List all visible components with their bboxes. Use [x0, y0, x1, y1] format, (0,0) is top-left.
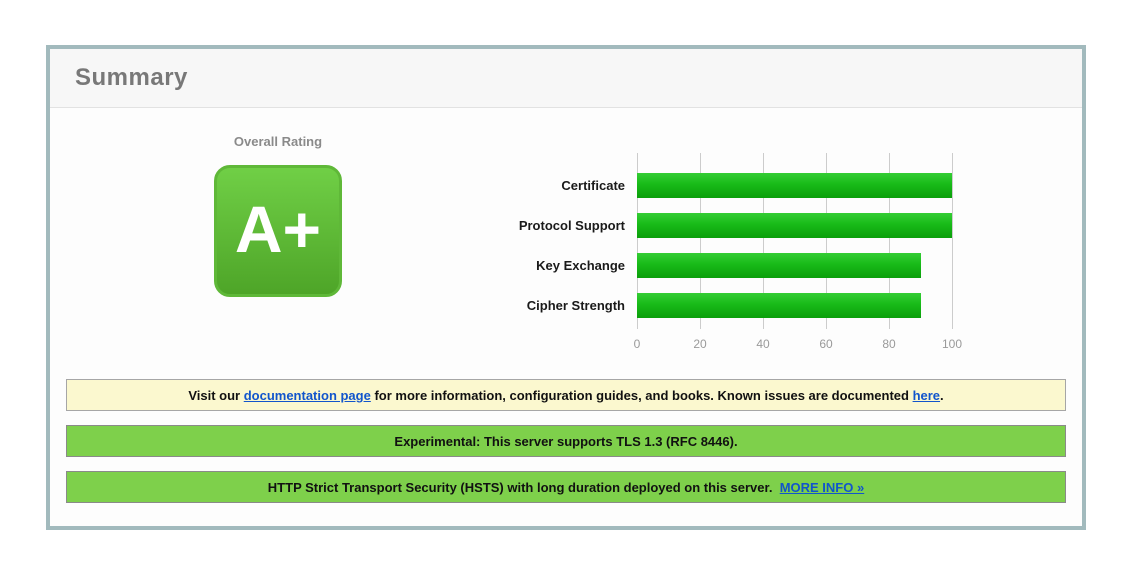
- score-bar: [637, 293, 921, 318]
- bar-track: [637, 293, 952, 318]
- score-bar: [637, 173, 952, 198]
- x-tick-label-100: 100: [942, 337, 962, 351]
- x-tick-label-60: 60: [819, 337, 832, 351]
- summary-panel: Summary Overall Rating A+ Certificate Pro…: [46, 45, 1086, 530]
- chart-rows: Certificate Protocol Support Key Exchange C…: [397, 153, 1017, 325]
- notices: Visit our documentation page for more in…: [50, 379, 1082, 517]
- overall-rating-block: Overall Rating A+: [168, 134, 388, 297]
- chart-category-label: Cipher Strength: [397, 298, 637, 313]
- overall-rating-label: Overall Rating: [168, 134, 388, 149]
- page-title: Summary: [75, 64, 188, 92]
- chart-row: Cipher Strength: [397, 285, 1017, 325]
- notice-banner-info-0: Visit our documentation page for more in…: [66, 379, 1066, 411]
- notice-text: Experimental: This server supports TLS 1…: [394, 434, 737, 449]
- summary-chart: Certificate Protocol Support Key Exchange C…: [397, 153, 1017, 363]
- score-bar: [637, 213, 952, 238]
- notice-link[interactable]: documentation page: [244, 388, 371, 403]
- x-tick-label-0: 0: [634, 337, 641, 351]
- notice-banner-success-2: HTTP Strict Transport Security (HSTS) wi…: [66, 471, 1066, 503]
- notice-link[interactable]: here: [913, 388, 940, 403]
- chart-category-label: Key Exchange: [397, 258, 637, 273]
- x-tick-label-40: 40: [756, 337, 769, 351]
- notice-banner-success-1: Experimental: This server supports TLS 1…: [66, 425, 1066, 457]
- x-tick-label-20: 20: [693, 337, 706, 351]
- chart-category-label: Certificate: [397, 178, 637, 193]
- chart-row: Key Exchange: [397, 245, 1017, 285]
- bar-track: [637, 173, 952, 198]
- chart-xticks: 020406080100: [637, 337, 952, 353]
- chart-row: Protocol Support: [397, 205, 1017, 245]
- chart-category-label: Protocol Support: [397, 218, 637, 233]
- score-bar: [637, 253, 921, 278]
- notice-text: for more information, configuration guid…: [371, 388, 913, 403]
- bar-track: [637, 213, 952, 238]
- summary-panel-body: Overall Rating A+ Certificate Protocol Su…: [50, 108, 1082, 526]
- summary-panel-header: Summary: [50, 49, 1082, 108]
- x-tick-label-80: 80: [882, 337, 895, 351]
- notice-text: HTTP Strict Transport Security (HSTS) wi…: [268, 480, 780, 495]
- notice-text: Visit our: [188, 388, 243, 403]
- bar-track: [637, 253, 952, 278]
- grade-badge: A+: [214, 165, 342, 297]
- notice-link[interactable]: MORE INFO »: [780, 480, 865, 495]
- chart-row: Certificate: [397, 165, 1017, 205]
- notice-text: .: [940, 388, 944, 403]
